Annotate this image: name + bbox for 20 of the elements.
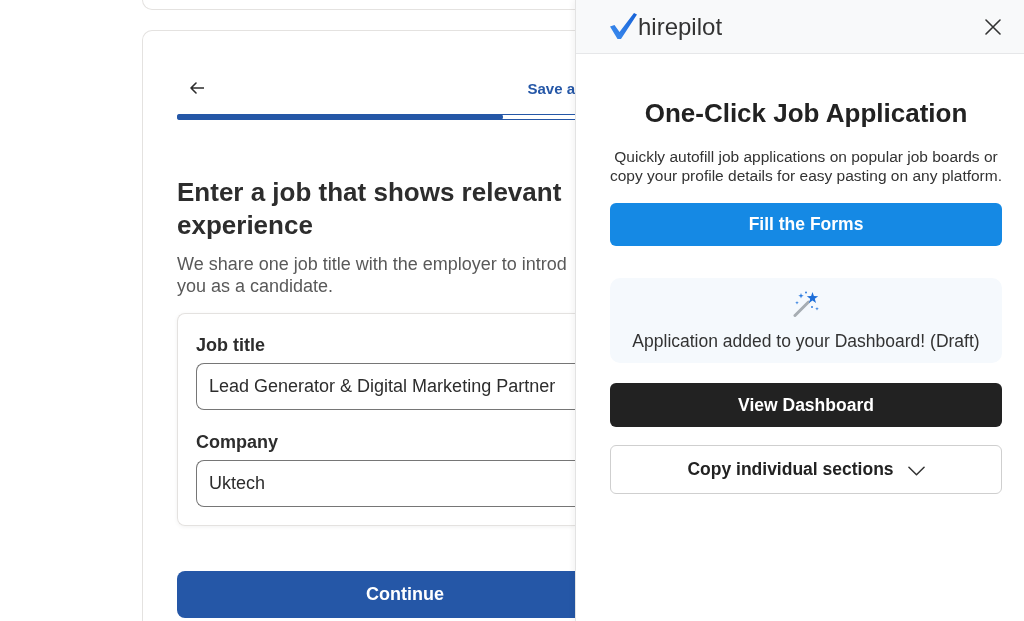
continue-button[interactable]: Continue bbox=[177, 571, 575, 618]
heading: Enter a job that shows relevant experience bbox=[177, 176, 563, 242]
field-label: Job title bbox=[196, 334, 265, 356]
secondary-button[interactable]: View Dashboard bbox=[610, 383, 1002, 427]
save-link[interactable]: Save a bbox=[527, 79, 575, 97]
magic-wand-icon bbox=[792, 290, 820, 317]
panel-description: Quickly autofill job applications on popular job boards or copy your profile details for easy pasting on any platform. bbox=[609, 147, 1003, 185]
field-label: Company bbox=[196, 431, 278, 453]
chevron-down-icon bbox=[907, 465, 925, 476]
back-arrow-icon[interactable] bbox=[190, 82, 204, 94]
dropdown-button[interactable]: Copy individual sections bbox=[610, 445, 1002, 494]
input-field[interactable]: Uktech bbox=[196, 460, 575, 507]
primary-button[interactable]: Fill the Forms bbox=[610, 203, 1002, 246]
panel-title: One-Click Job Application bbox=[643, 97, 969, 129]
checkmark-logo-icon bbox=[610, 12, 637, 39]
notice-text: Application added to your Dashboard! (Draft) bbox=[632, 331, 980, 351]
logo-text: hirepilot bbox=[638, 12, 723, 41]
close-icon[interactable] bbox=[985, 18, 1001, 35]
input-field[interactable]: Lead Generator & Digital Marketing Partner bbox=[196, 363, 575, 410]
subtitle-text: We share one job title with the employer to introd you as a candidate. bbox=[177, 253, 568, 297]
